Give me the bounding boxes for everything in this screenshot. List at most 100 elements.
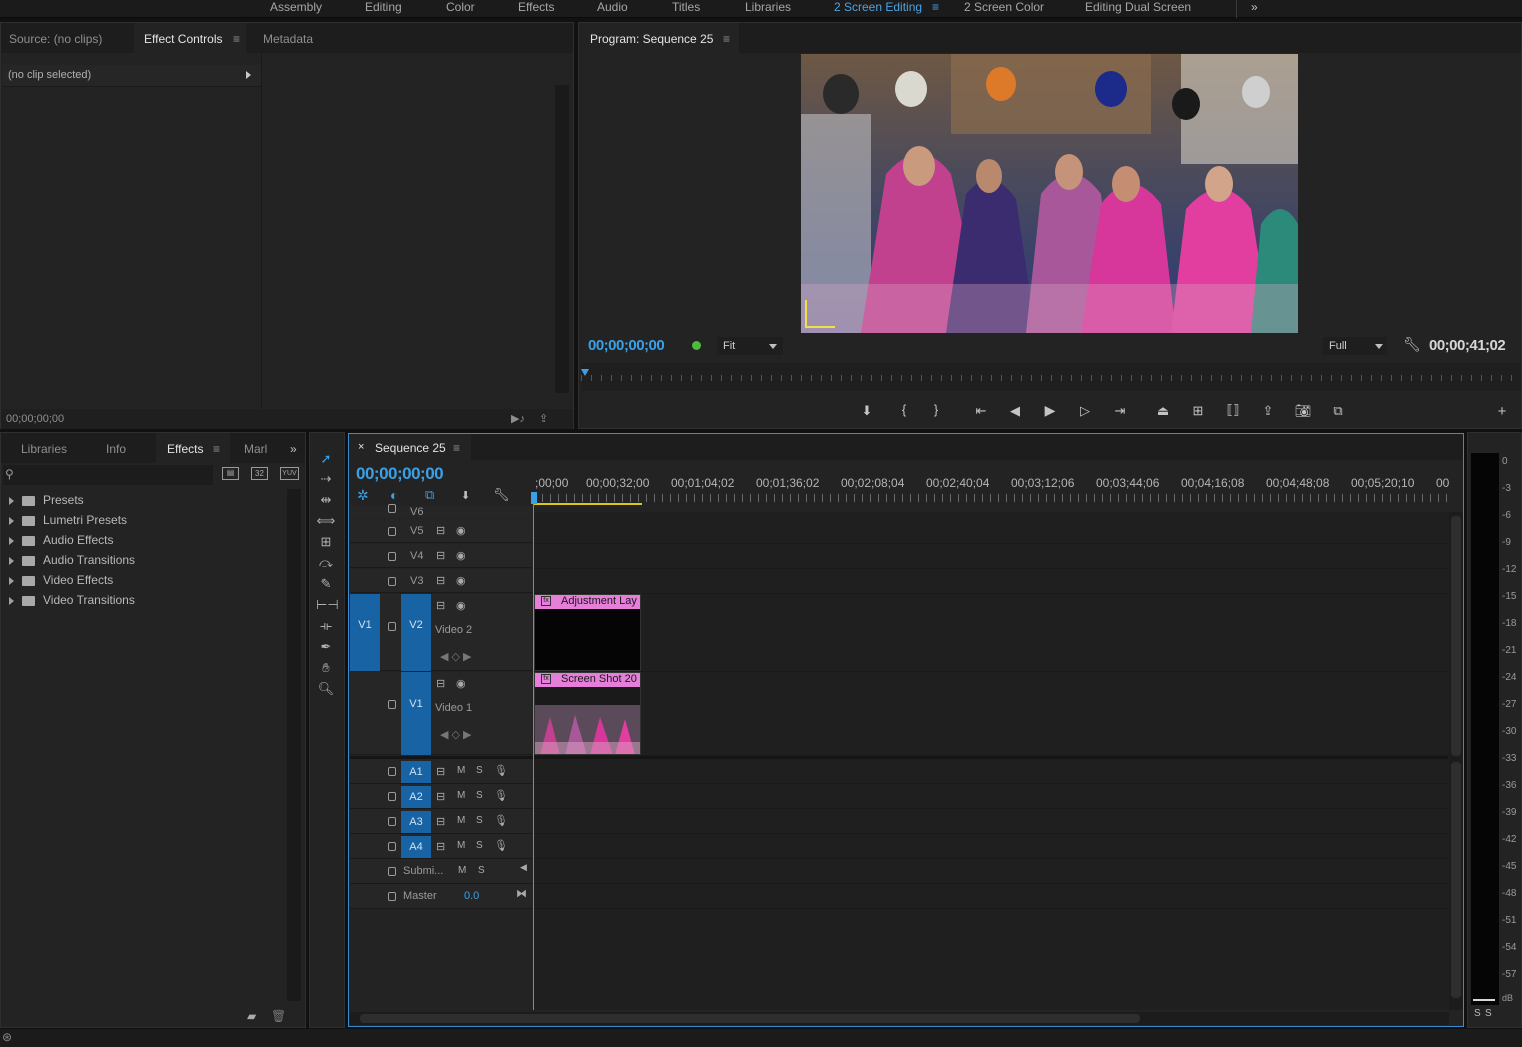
- play-icon[interactable]: ▶︎: [1039, 402, 1061, 419]
- timeline-settings-wrench-icon[interactable]: 🔧︎: [493, 487, 510, 503]
- track-row-a2[interactable]: [533, 784, 1449, 809]
- zoom-fit-dropdown[interactable]: Fit: [717, 337, 783, 355]
- workspace-editing[interactable]: Editing: [365, 0, 402, 14]
- scroll-thumb[interactable]: [1451, 516, 1461, 756]
- tree-item-video-effects[interactable]: Video Effects: [9, 573, 113, 587]
- linked-selection-icon[interactable]: ◐: [390, 487, 398, 503]
- tree-item-audio-transitions[interactable]: Audio Transitions: [9, 553, 135, 567]
- lock-icon[interactable]: [388, 767, 396, 776]
- trim-icon[interactable]: ⟦⟧: [1222, 402, 1244, 418]
- master-collapse-icon[interactable]: ⧓: [516, 887, 527, 900]
- program-video-preview[interactable]: [801, 54, 1298, 333]
- eye-icon[interactable]: ◉: [456, 599, 466, 612]
- scroll-thumb[interactable]: [360, 1014, 1140, 1023]
- solo-button[interactable]: S: [476, 790, 483, 801]
- rolling-edit-tool-icon[interactable]: ⟺: [316, 512, 336, 530]
- solo-left[interactable]: S: [1474, 1008, 1481, 1019]
- track-row-a1[interactable]: [533, 759, 1449, 784]
- scroll-thumb[interactable]: [1451, 762, 1461, 998]
- track-row-submix[interactable]: [533, 859, 1449, 884]
- workspace-assembly[interactable]: Assembly: [270, 0, 322, 14]
- track-target-a3[interactable]: A3: [401, 811, 431, 833]
- effect-controls-scrollbar[interactable]: [555, 85, 569, 393]
- timeline-vertical-scrollbar[interactable]: [1449, 512, 1463, 1010]
- workspace-titles[interactable]: Titles: [672, 0, 700, 14]
- track-row-master[interactable]: [533, 884, 1449, 909]
- track-row-a4[interactable]: [533, 834, 1449, 859]
- eye-icon[interactable]: ◉: [456, 574, 466, 587]
- mute-button[interactable]: M: [457, 840, 465, 851]
- track-row-v2[interactable]: [533, 594, 1449, 672]
- tab-info[interactable]: Info: [106, 442, 126, 456]
- sync-lock-film-icon[interactable]: ⊟: [436, 574, 445, 587]
- workspace-effects[interactable]: Effects: [518, 0, 554, 14]
- clip-adjustment-layer[interactable]: fx Adjustment Lay: [534, 594, 641, 671]
- snap-icon[interactable]: ✲: [357, 487, 369, 504]
- eye-icon[interactable]: ◉: [456, 524, 466, 537]
- tree-item-audio-effects[interactable]: Audio Effects: [9, 533, 114, 547]
- razor-tool-icon[interactable]: ⤼: [316, 554, 336, 572]
- workspace-editing-dual-screen[interactable]: Editing Dual Screen: [1085, 0, 1191, 14]
- selection-tool-icon[interactable]: ➚: [316, 450, 336, 468]
- solo-button[interactable]: S: [476, 840, 483, 851]
- expand-arrow-icon[interactable]: [246, 71, 251, 79]
- lock-icon[interactable]: [388, 552, 396, 561]
- tree-item-video-transitions[interactable]: Video Transitions: [9, 593, 135, 607]
- nest-icon[interactable]: ⧉: [425, 487, 434, 503]
- sequence-menu-icon[interactable]: ≡: [453, 441, 460, 455]
- keyframe-nav-icon[interactable]: ◀ ◇ ▶: [440, 650, 472, 663]
- expand-triangle-icon[interactable]: [9, 516, 14, 525]
- lock-icon[interactable]: [388, 792, 396, 801]
- collapse-arrow-icon[interactable]: ◀: [520, 862, 527, 873]
- settings-wrench-icon[interactable]: 🔧︎: [1403, 336, 1421, 353]
- program-menu-icon[interactable]: ≡: [723, 32, 730, 46]
- play-audio-icon[interactable]: ▶♪: [511, 412, 525, 425]
- tabs-overflow-icon[interactable]: »: [290, 442, 297, 456]
- lock-icon[interactable]: [388, 842, 396, 851]
- workspace-audio[interactable]: Audio: [597, 0, 628, 14]
- source-patch-v1[interactable]: V1: [350, 594, 380, 671]
- delete-trash-icon[interactable]: 🗑︎: [271, 1009, 286, 1023]
- track-row-v3[interactable]: [533, 569, 1449, 594]
- timeline-horizontal-scrollbar[interactable]: [350, 1012, 1449, 1025]
- mute-button[interactable]: M: [457, 815, 465, 826]
- expand-triangle-icon[interactable]: [9, 556, 14, 565]
- lock-icon[interactable]: [388, 867, 396, 876]
- hand-tool-icon[interactable]: ✋︎: [316, 659, 336, 677]
- workspace-2-screen-editing[interactable]: 2 Screen Editing: [834, 0, 922, 14]
- microphone-icon[interactable]: 🎙︎: [494, 789, 508, 802]
- add-marker-icon[interactable]: ⬇︎: [461, 489, 470, 502]
- tree-item-presets[interactable]: Presets: [9, 493, 84, 507]
- lock-icon[interactable]: [388, 504, 396, 513]
- track-target-a2[interactable]: A2: [401, 786, 431, 808]
- lock-icon[interactable]: [388, 577, 396, 586]
- sync-lock-film-icon[interactable]: ⊟: [436, 677, 445, 690]
- export-icon[interactable]: ⇪: [539, 412, 548, 425]
- tab-effects[interactable]: Effects: [167, 442, 203, 456]
- microphone-icon[interactable]: 🎙︎: [494, 764, 508, 777]
- zoom-tool-icon[interactable]: 🔍︎: [316, 680, 336, 698]
- tab-metadata[interactable]: Metadata: [263, 32, 313, 46]
- tab-sequence[interactable]: Sequence 25: [375, 441, 446, 455]
- panel-menu-icon[interactable]: ≡: [233, 32, 240, 46]
- track-target-a1[interactable]: A1: [401, 761, 431, 783]
- solo-button[interactable]: S: [478, 865, 485, 876]
- timeline-playhead-handle[interactable]: [531, 492, 537, 504]
- work-area-bar[interactable]: [534, 503, 642, 505]
- track-row-v4[interactable]: [533, 544, 1449, 569]
- expand-triangle-icon[interactable]: [9, 536, 14, 545]
- expand-triangle-icon[interactable]: [9, 496, 14, 505]
- track-target-v1[interactable]: V1: [401, 672, 431, 755]
- microphone-icon[interactable]: 🎙︎: [494, 814, 508, 827]
- track-target-v2[interactable]: V2: [401, 594, 431, 671]
- effects-search-input[interactable]: ⚲: [3, 465, 213, 485]
- lift-icon[interactable]: ⏏︎: [1152, 403, 1174, 419]
- rate-stretch-tool-icon[interactable]: ⊞: [316, 533, 336, 551]
- tab-libraries[interactable]: Libraries: [21, 442, 67, 456]
- yuv-effects-icon[interactable]: YUV: [280, 467, 299, 480]
- effects-scrollbar[interactable]: [287, 489, 301, 1001]
- pen-tool-icon[interactable]: ⟛: [316, 617, 336, 635]
- accelerated-effects-icon[interactable]: ▤: [222, 467, 239, 480]
- program-time-ruler[interactable]: [581, 363, 1521, 391]
- export-frame-icon[interactable]: ⇪: [1257, 403, 1279, 419]
